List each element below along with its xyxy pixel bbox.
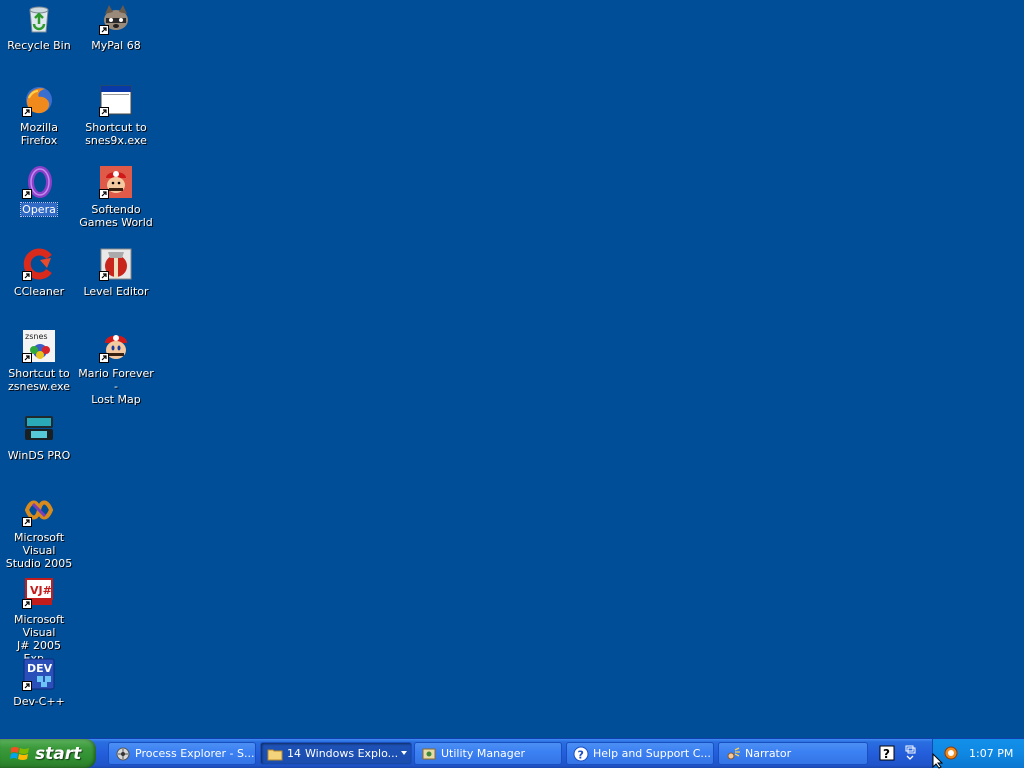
desktop-icon-label: Level Editor xyxy=(83,285,149,298)
svg-text:?: ? xyxy=(883,747,890,761)
ccleaner-icon xyxy=(22,248,55,281)
svg-text:VJ#: VJ# xyxy=(30,584,52,597)
desktop-icon-label: Dev-C++ xyxy=(13,695,65,708)
restore-windows-icon[interactable] xyxy=(903,744,917,762)
shortcut-arrow-icon xyxy=(22,599,32,609)
desktop-icon-recycle-bin[interactable]: Recycle Bin xyxy=(0,2,78,53)
desktop-icon-level-editor[interactable]: Level Editor xyxy=(77,248,155,299)
shortcut-arrow-icon xyxy=(99,25,109,35)
chevron-down-icon xyxy=(401,751,407,755)
narrator-icon xyxy=(725,746,741,762)
mouse-cursor-icon xyxy=(932,753,944,769)
desktop-icon-label: Recycle Bin xyxy=(7,39,71,52)
svg-text:DEV: DEV xyxy=(27,662,53,675)
task-label: Help and Support C... xyxy=(593,747,711,760)
opera-icon xyxy=(22,166,55,199)
shortcut-arrow-icon xyxy=(99,107,109,117)
desktop-icon-visual-studio[interactable]: Microsoft Visual Studio 2005 xyxy=(0,494,78,571)
task-process-explorer[interactable]: Process Explorer - S... xyxy=(108,742,256,765)
desktop-icon-label: Shortcut to snes9x.exe xyxy=(85,121,147,147)
task-label: Utility Manager xyxy=(441,747,526,760)
zsnes-icon: zsnes xyxy=(22,330,55,363)
shortcut-arrow-icon xyxy=(22,681,32,691)
shortcut-arrow-icon xyxy=(22,517,32,527)
folder-icon xyxy=(267,746,283,762)
desktop-icon-label: Opera xyxy=(20,202,58,217)
desktop-icon-label: CCleaner xyxy=(13,285,65,298)
desktop-icon-winds-pro[interactable]: WinDS PRO xyxy=(0,412,78,463)
task-label: Windows Explo... xyxy=(305,747,399,760)
start-button[interactable]: start xyxy=(0,739,96,768)
shortcut-arrow-icon xyxy=(99,189,109,199)
process-explorer-icon xyxy=(115,746,131,762)
shortcut-arrow-icon xyxy=(99,271,109,281)
winds-icon xyxy=(23,412,55,444)
desktop-icon-label: MyPal 68 xyxy=(91,39,141,52)
task-label: Process Explorer - S... xyxy=(135,747,255,760)
desktop-icon-mypal[interactable]: MyPal 68 xyxy=(77,2,155,53)
task-help-and-support[interactable]: ? Help and Support C... xyxy=(566,742,714,765)
shortcut-arrow-icon xyxy=(22,107,32,117)
shortcut-arrow-icon xyxy=(22,271,32,281)
help-icon: ? xyxy=(573,746,589,762)
desktop-icon-firefox[interactable]: Mozilla Firefox xyxy=(0,84,78,148)
mario-icon xyxy=(99,330,132,363)
snes9x-icon xyxy=(99,84,132,117)
desktop-icon-label: Softendo Games World xyxy=(79,203,153,229)
desktop-icon-label: WinDS PRO xyxy=(7,449,71,462)
firefox-icon xyxy=(22,84,55,117)
desktop[interactable]: Recycle Bin Mozilla Firefox Opera CClean… xyxy=(0,0,1024,738)
softendo-icon xyxy=(99,166,132,199)
shortcut-arrow-icon xyxy=(22,353,32,363)
recycle-bin-icon xyxy=(23,2,55,34)
desktop-icon-opera[interactable]: Opera xyxy=(0,166,78,217)
desktop-icon-snes9x[interactable]: Shortcut to snes9x.exe xyxy=(77,84,155,148)
task-utility-manager[interactable]: Utility Manager xyxy=(414,742,562,765)
taskbar: start Process Explorer - S... 14 Windows… xyxy=(0,738,1024,768)
desktop-icon-devcpp[interactable]: DEV Dev-C++ xyxy=(0,658,78,709)
devcpp-icon: DEV xyxy=(22,658,55,691)
windows-flag-icon xyxy=(10,746,29,760)
desktop-icon-label: Microsoft Visual Studio 2005 xyxy=(5,531,73,570)
desktop-icon-softendo[interactable]: Softendo Games World xyxy=(77,166,155,230)
svg-text:zsnes: zsnes xyxy=(25,332,48,341)
desktop-icon-mario-forever[interactable]: Mario Forever - Lost Map xyxy=(77,330,155,407)
desktop-icon-label: Mario Forever - Lost Map xyxy=(78,367,154,406)
task-count: 14 xyxy=(287,747,301,760)
desktop-icon-visual-jsharp[interactable]: VJ# Microsoft Visual J# 2005 Exp... xyxy=(0,576,78,666)
task-label: Narrator xyxy=(745,747,792,760)
desktop-icon-zsnes[interactable]: zsnes Shortcut to zsnesw.exe xyxy=(0,330,78,394)
help-question-icon[interactable]: ? xyxy=(879,745,895,761)
visual-studio-icon xyxy=(22,494,55,527)
desktop-icon-ccleaner[interactable]: CCleaner xyxy=(0,248,78,299)
level-editor-icon xyxy=(99,248,132,281)
utility-manager-icon xyxy=(421,746,437,762)
shortcut-arrow-icon xyxy=(22,189,32,199)
task-narrator[interactable]: Narrator xyxy=(718,742,868,765)
clock[interactable]: 1:07 PM xyxy=(969,747,1013,760)
visual-jsharp-icon: VJ# xyxy=(22,576,55,609)
start-label: start xyxy=(35,743,82,764)
svg-text:?: ? xyxy=(578,748,584,761)
mypal-icon xyxy=(99,2,132,35)
desktop-icon-label: Shortcut to zsnesw.exe xyxy=(8,367,70,393)
task-windows-explorer-group[interactable]: 14 Windows Explo... xyxy=(260,742,412,765)
desktop-icon-label: Mozilla Firefox xyxy=(20,121,58,147)
shortcut-arrow-icon xyxy=(99,353,109,363)
